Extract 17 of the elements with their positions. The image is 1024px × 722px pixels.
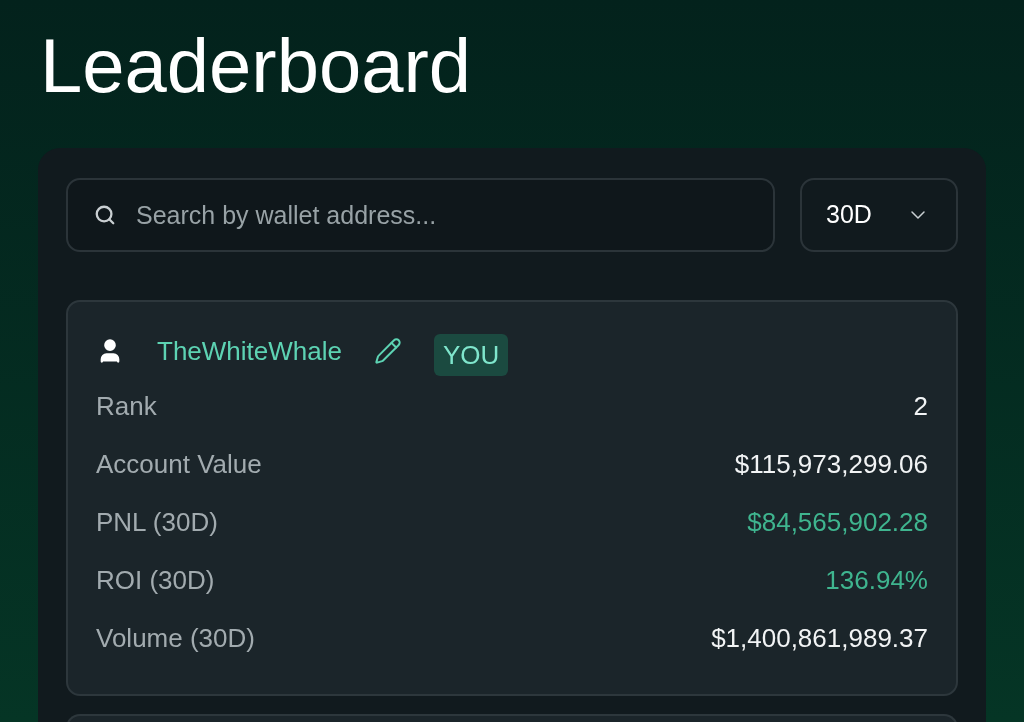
edit-icon[interactable] [373,337,402,365]
stat-label: Rank [96,392,157,421]
stat-label: PNL (30D) [96,508,218,537]
period-dropdown[interactable]: 30D [800,178,958,252]
stat-value: $1,400,861,989.37 [711,624,928,653]
stat-value: 2 [913,392,928,421]
stat-label: Volume (30D) [96,624,255,653]
search-field[interactable]: Search by wallet address... [66,178,775,252]
search-icon [94,204,116,226]
page-title: Leaderboard [40,28,472,104]
you-badge: YOU [433,334,509,376]
stat-label: Account Value [96,450,262,479]
stat-value: $84,565,902.28 [747,508,928,537]
stat-value: 136.94% [825,566,928,595]
stat-value: $115,973,299.06 [734,450,928,479]
trader-name[interactable]: TheWhiteWhale [157,331,342,371]
stat-label: ROI (30D) [96,566,215,595]
